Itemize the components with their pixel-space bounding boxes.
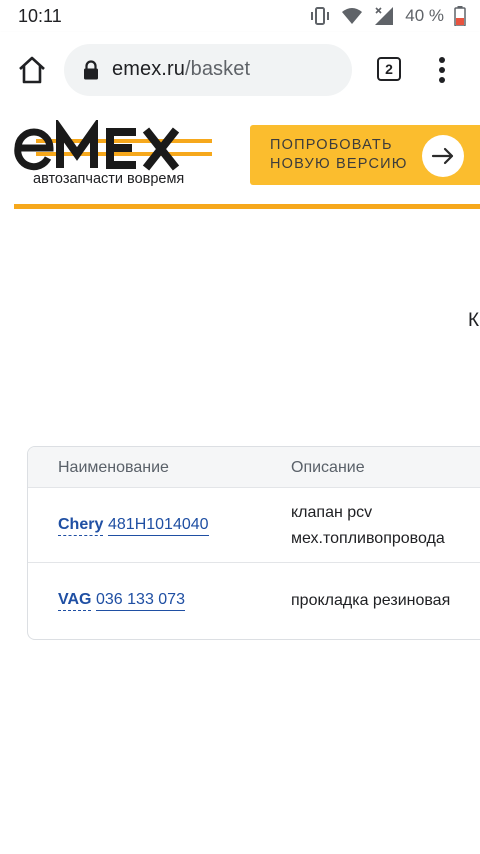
table-row: Chery 481H1014040 клапан pcv мех.топливо… — [28, 487, 480, 563]
browser-toolbar: emex.ru/basket 2 — [0, 32, 480, 108]
arrow-right-icon — [422, 135, 464, 177]
description-line: клапан pcv — [291, 504, 373, 521]
table-row: VAG 036 133 073 прокладка резиновая — [28, 562, 480, 639]
tab-switcher-button[interactable]: 2 — [377, 57, 401, 81]
vibrate-icon — [311, 7, 330, 25]
more-vert-icon[interactable] — [430, 54, 454, 86]
status-icons: 40 % — [309, 5, 466, 27]
try-new-version-button[interactable]: ПОПРОБОВАТЬ НОВУЮ ВЕРСИЮ — [250, 125, 480, 185]
column-header-name: Наименование — [58, 459, 169, 476]
description: прокладка резиновая — [291, 588, 450, 614]
url-text: emex.ru/basket — [112, 58, 250, 81]
signal-icon — [375, 7, 394, 25]
part-number-link[interactable]: 036 133 073 — [96, 591, 185, 611]
description-line: мех.топливопровода — [291, 530, 445, 547]
brand-link[interactable]: VAG — [58, 591, 92, 611]
battery-percent: 40 % — [405, 6, 444, 25]
status-time: 10:11 — [18, 6, 62, 26]
wifi-icon — [342, 8, 363, 24]
lock-icon — [84, 60, 98, 80]
try-new-version-label: ПОПРОБОВАТЬ НОВУЮ ВЕРСИЮ — [270, 137, 408, 172]
address-bar[interactable]: emex.ru/basket — [64, 44, 352, 96]
home-icon[interactable] — [16, 54, 48, 86]
basket-table: Наименование Описание Chery 481H1014040 … — [27, 446, 480, 640]
status-bar: 10:11 40 % — [0, 0, 480, 32]
url-path: /basket — [184, 58, 251, 80]
brand-link[interactable]: Chery — [58, 516, 104, 536]
url-domain: emex.ru — [112, 58, 185, 80]
table-header: Наименование Описание — [28, 447, 480, 487]
page-heading-partial: К — [468, 310, 480, 331]
header-divider — [14, 204, 480, 209]
column-header-description: Описание — [291, 459, 365, 476]
logo-tagline: автозапчасти вовремя — [33, 171, 185, 187]
site-header: автозапчасти вовремя ПОПРОБОВАТЬ НОВУЮ В… — [0, 108, 480, 212]
description: клапан pcv мех.топливопровода — [291, 500, 445, 552]
description-line: прокладка резиновая — [291, 592, 451, 609]
battery-icon — [454, 6, 466, 26]
part-number-link[interactable]: 481H1014040 — [108, 516, 209, 536]
